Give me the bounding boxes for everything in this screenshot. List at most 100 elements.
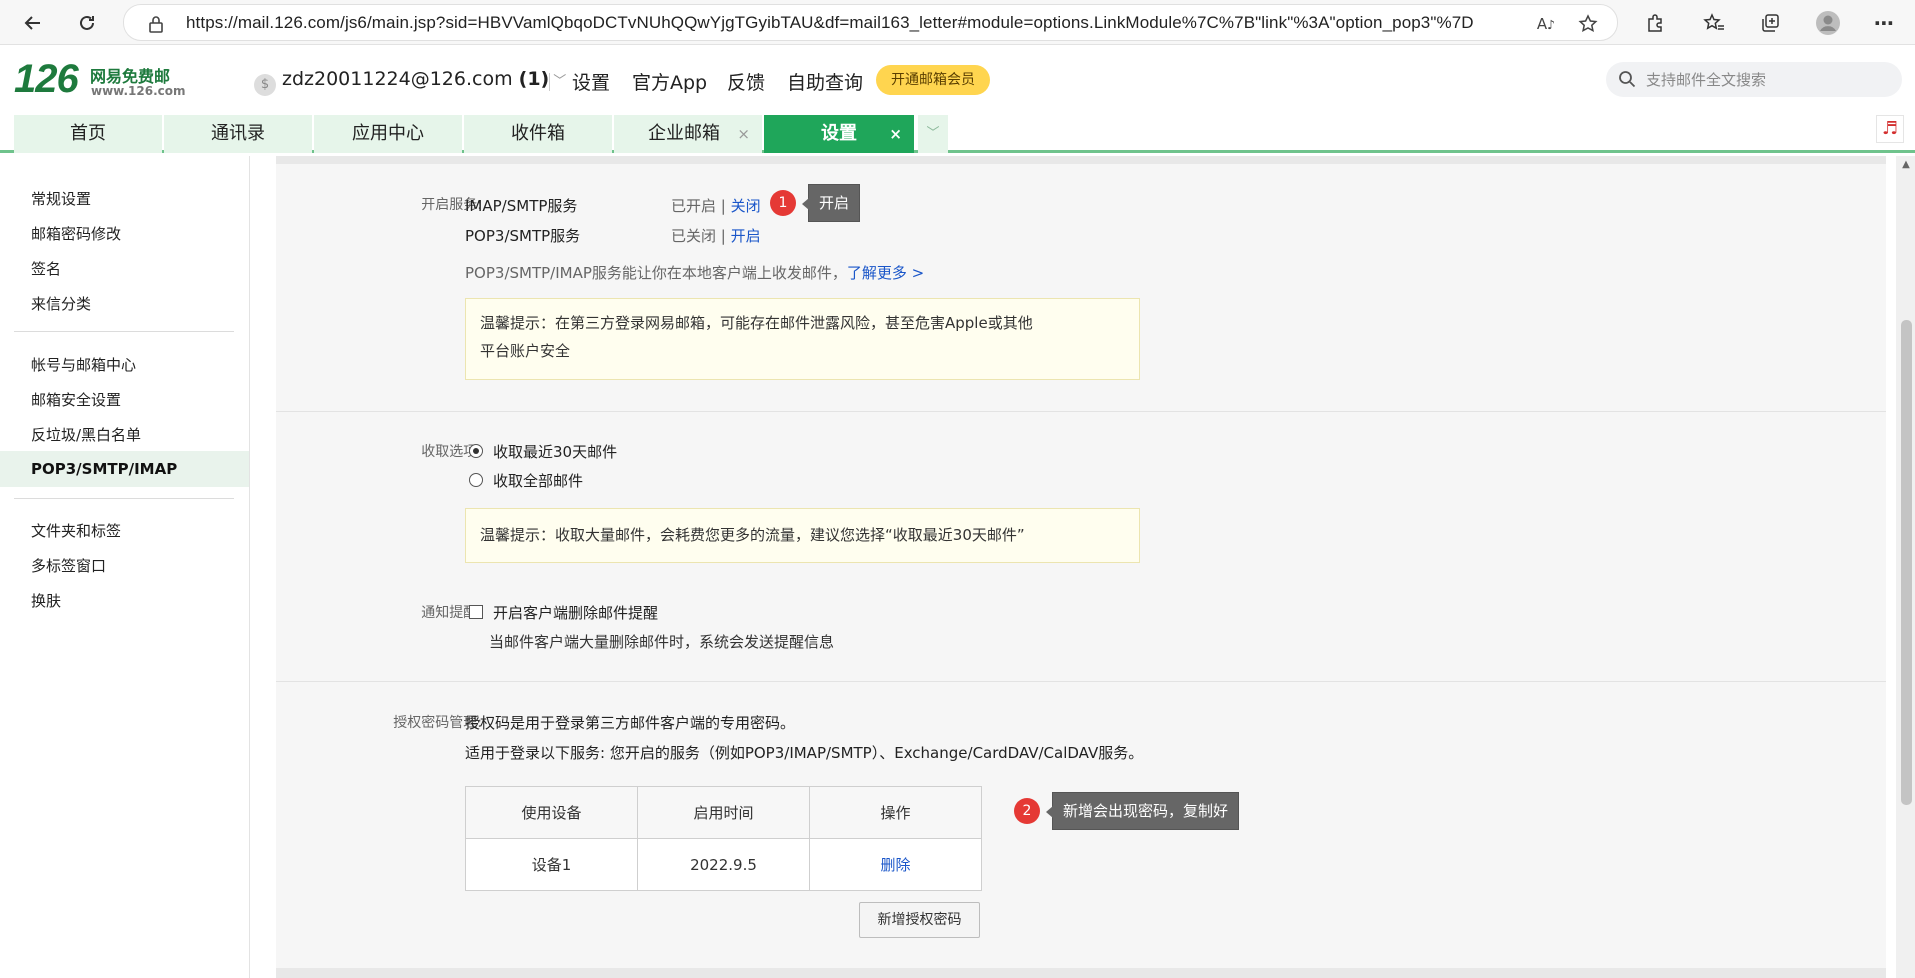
scroll-up-arrow-icon[interactable]: ▲ (1899, 158, 1913, 172)
section-divider (276, 681, 1886, 682)
official-app-link[interactable]: 官方App (632, 68, 707, 95)
step-marker-1: 1 (770, 190, 796, 216)
favorite-add-icon[interactable] (1576, 12, 1600, 36)
sidebar-item-multi-tab[interactable]: 多标签窗口 (31, 555, 106, 576)
sidebar-item-pop3-smtp-imap[interactable]: POP3/SMTP/IMAP (0, 451, 249, 487)
vip-membership-button[interactable]: 开通邮箱会员 (876, 65, 990, 95)
sidebar-item-password[interactable]: 邮箱密码修改 (31, 223, 121, 244)
tab-label: 企业邮箱 (648, 123, 720, 144)
imap-service-name: IMAP/SMTP服务 (465, 197, 578, 215)
top-strip (276, 156, 1886, 164)
extensions-icon[interactable] (1641, 9, 1669, 37)
time-cell: 2022.9.5 (637, 838, 810, 891)
back-icon[interactable] (18, 8, 48, 38)
imap-status: 已开启 | 关闭 (671, 195, 761, 216)
tab-enterprise-mail[interactable]: 企业邮箱 × (614, 115, 762, 153)
pop3-service-name: POP3/SMTP服务 (465, 227, 581, 245)
tab-inbox[interactable]: 收件箱 (464, 115, 612, 153)
search-icon[interactable] (1618, 70, 1636, 92)
address-bar[interactable]: https://mail.126.com/js6/main.jsp?sid=HB… (123, 4, 1618, 41)
close-icon[interactable]: × (889, 115, 902, 153)
radio-recent-30-days[interactable] (469, 444, 483, 458)
tab-home[interactable]: 首页 (14, 115, 162, 153)
auth-description-1: 授权码是用于登录第三方邮件客户端的专用密码。 (465, 714, 796, 732)
music-note-icon[interactable]: ♬ (1876, 115, 1904, 143)
profile-avatar-icon[interactable] (1814, 9, 1842, 37)
account-switcher[interactable]: $ zdz20011224@126.com (1) ﹀ (254, 68, 566, 96)
tip-line: 平台账户安全 (480, 342, 571, 360)
logo-number[interactable]: 126 (14, 57, 79, 102)
sidebar-item-account-center[interactable]: 帐号与邮箱中心 (31, 354, 136, 375)
feedback-link[interactable]: 反馈 (727, 68, 765, 95)
sidebar-item-skin[interactable]: 换肤 (31, 590, 61, 611)
separator: | (720, 227, 726, 245)
sidebar-item-mail-filter[interactable]: 来信分类 (31, 293, 91, 314)
settings-sidebar: 常规设置 邮箱密码修改 签名 来信分类 帐号与邮箱中心 邮箱安全设置 反垃圾/黑… (0, 156, 250, 978)
sidebar-divider (14, 498, 234, 499)
collections-icon[interactable] (1756, 9, 1784, 37)
receive-tip-box: 温馨提示：收取大量邮件，会耗费您更多的流量，建议您选择“收取最近30天邮件” (465, 508, 1140, 563)
pop3-status: 已关闭 | 开启 (671, 225, 761, 246)
mail-header: 126 网易免费邮 www.126.com $ zdz20011224@126.c… (0, 45, 1915, 113)
tab-label: 设置 (821, 123, 857, 144)
mail-search[interactable] (1606, 62, 1902, 97)
chevron-down-icon[interactable]: ﹀ (553, 74, 566, 89)
sidebar-divider (14, 331, 234, 332)
tab-app-center[interactable]: 应用中心 (314, 115, 462, 153)
settings-link[interactable]: 设置 (572, 68, 610, 95)
receive-label: 收取选项: (421, 444, 482, 460)
read-aloud-icon[interactable]: A ♪ (1534, 12, 1558, 36)
tab-contacts[interactable]: 通讯录 (164, 115, 312, 153)
auth-code-table: 使用设备 启用时间 操作 设备1 2022.9.5 删除 (465, 786, 982, 891)
favorites-icon[interactable] (1700, 9, 1728, 37)
radio-label-recent[interactable]: 收取最近30天邮件 (493, 441, 617, 462)
account-email[interactable]: zdz20011224@126.com (282, 68, 513, 90)
sidebar-item-signature[interactable]: 签名 (31, 258, 61, 279)
chevron-down-icon[interactable]: ﹀ (918, 115, 948, 153)
table-header-row: 使用设备 启用时间 操作 (465, 786, 982, 839)
delete-alert-checkbox[interactable] (469, 605, 483, 619)
pop3-open-link[interactable]: 开启 (731, 227, 761, 245)
column-header-action: 操作 (809, 786, 982, 839)
module-tabs: 首页 通讯录 应用中心 收件箱 企业邮箱 × 设置 × ﹀ ♬ (0, 113, 1915, 153)
unread-count: (1) (518, 68, 550, 90)
tip-line: 温馨提示：在第三方登录网易邮箱，可能存在邮件泄露风险，甚至危害Apple或其他 (480, 314, 1033, 332)
callout-2: 新增会出现密码，复制好 (1045, 792, 1240, 830)
notify-label: 通知提醒: (421, 605, 482, 621)
self-service-link[interactable]: 自助查询 (787, 68, 863, 95)
pop3-status-text: 已关闭 (671, 227, 717, 245)
sidebar-item-security[interactable]: 邮箱安全设置 (31, 389, 121, 410)
search-input[interactable] (1646, 69, 1886, 91)
services-description: POP3/SMTP/IMAP服务能让你在本地客户端上收发邮件，了解更多 > (465, 262, 924, 283)
radio-all-mail[interactable] (469, 473, 483, 487)
lock-icon[interactable] (144, 12, 168, 36)
browser-toolbar: https://mail.126.com/js6/main.jsp?sid=HB… (0, 0, 1915, 45)
more-menu-icon[interactable]: ⋯ (1870, 9, 1898, 37)
logo-domain: www.126.com (91, 84, 186, 98)
header-divider (549, 73, 550, 91)
table-row: 设备1 2022.9.5 删除 (465, 838, 982, 891)
url-text[interactable]: https://mail.126.com/js6/main.jsp?sid=HB… (186, 13, 1474, 33)
add-auth-code-button[interactable]: 新增授权密码 (859, 902, 980, 938)
scrollbar-thumb[interactable] (1901, 320, 1912, 805)
services-tip-box: 温馨提示：在第三方登录网易邮箱，可能存在邮件泄露风险，甚至危害Apple或其他 … (465, 298, 1140, 380)
refresh-icon[interactable] (72, 8, 102, 38)
imap-close-link[interactable]: 关闭 (731, 197, 761, 215)
delete-link[interactable]: 删除 (809, 838, 982, 891)
device-cell: 设备1 (465, 838, 638, 891)
imap-status-text: 已开启 (671, 197, 717, 215)
radio-label-all[interactable]: 收取全部邮件 (493, 470, 583, 491)
column-header-time: 启用时间 (637, 786, 810, 839)
tab-settings[interactable]: 设置 × (764, 115, 914, 153)
learn-more-link[interactable]: 了解更多 > (847, 264, 924, 282)
close-icon[interactable]: × (737, 115, 750, 153)
services-desc-text: POP3/SMTP/IMAP服务能让你在本地客户端上收发邮件， (465, 264, 847, 282)
sidebar-item-general[interactable]: 常规设置 (31, 188, 91, 209)
sidebar-item-antispam[interactable]: 反垃圾/黑白名单 (31, 424, 141, 445)
auth-description-2: 适用于登录以下服务: 您开启的服务（例如POP3/IMAP/SMTP）、Exch… (465, 744, 1144, 762)
delete-alert-label[interactable]: 开启客户端删除邮件提醒 (493, 602, 658, 623)
separator: | (720, 197, 726, 215)
sidebar-item-folders-labels[interactable]: 文件夹和标签 (31, 520, 121, 541)
step-marker-2: 2 (1014, 798, 1040, 824)
coin-icon: $ (254, 74, 276, 96)
